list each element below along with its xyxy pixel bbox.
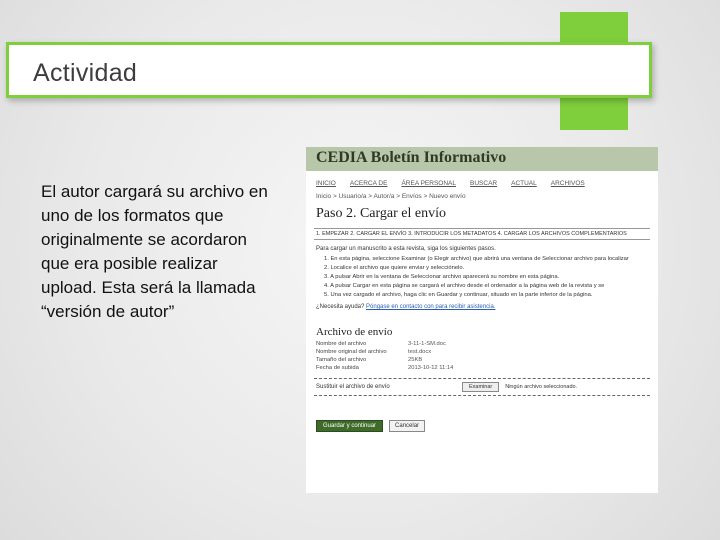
field-value[interactable]: 3-11-1-SM.doc	[408, 340, 453, 348]
title-bar: Actividad	[6, 42, 652, 98]
save-continue-button[interactable]: Guardar y continuar	[316, 420, 384, 432]
replace-file-row: Sustituir el archivo de envío Examinar N…	[314, 378, 650, 396]
field-label: Tamaño del archivo	[316, 357, 367, 363]
no-file-text: Ningún archivo seleccionado.	[505, 384, 578, 390]
table-row: Nombre del archivo 3-11-1-SM.doc	[316, 340, 453, 348]
form-actions: Guardar y continuar Cancelar	[306, 396, 658, 432]
instruction-item: 2. Localice el archivo que quiere enviar…	[324, 265, 465, 271]
field-value: 2013-10-12 11:14	[408, 365, 454, 371]
table-row: Tamaño del archivo 25KB	[316, 356, 453, 364]
nav-item-acerca[interactable]: ACERCA DE	[350, 180, 388, 191]
nav-item-inicio[interactable]: INICIO	[316, 180, 336, 191]
instruction-item: 5. Una vez cargado el archivo, haga clic…	[324, 292, 593, 298]
breadcrumb[interactable]: Inicio > Usuario/a > Autor/a > Envíos > …	[306, 191, 658, 202]
table-row: Fecha de subida 2013-10-12 11:14	[316, 364, 453, 372]
instruction-item: 4. A pulsar Cargar en esta página se car…	[324, 283, 605, 289]
field-value: 25KB	[408, 357, 423, 363]
field-label: Nombre original del archivo	[316, 349, 387, 355]
slide-body-text: El autor cargará su archivo en uno de lo…	[41, 182, 268, 321]
instructions-list: 1. En esta página, seleccione Examinar (…	[306, 255, 658, 300]
instruction-item: 1. En esta página, seleccione Examinar (…	[324, 256, 629, 262]
field-value: test.docx	[408, 349, 432, 355]
page-title: Paso 2. Cargar el envío	[316, 206, 446, 221]
nav-item-buscar[interactable]: BUSCAR	[470, 180, 497, 191]
file-info-table: Nombre del archivo 3-11-1-SM.doc Nombre …	[316, 340, 453, 372]
slide-title: Actividad	[33, 59, 138, 87]
choose-file-button[interactable]: Examinar	[462, 382, 500, 392]
replace-file-label: Sustituir el archivo de envío	[316, 384, 390, 390]
help-line: ¿Necesita ayuda? Póngase en contacto con…	[306, 300, 658, 314]
nav-item-actual[interactable]: ACTUAL	[511, 180, 537, 191]
intro-text: Para cargar un manuscrito a esta revista…	[316, 246, 496, 252]
help-prefix: ¿Necesita ayuda?	[316, 304, 367, 310]
site-nav: INICIO ACERCA DE ÁREA PERSONAL BUSCAR AC…	[306, 171, 658, 191]
instruction-item: 3. A pulsar Abrir en la ventana de Selec…	[324, 274, 560, 280]
site-title: CEDIA Boletín Informativo	[306, 147, 658, 171]
nav-item-area-personal[interactable]: ÁREA PERSONAL	[401, 180, 456, 191]
help-contact-link[interactable]: Póngase en contacto con para recibir asi…	[366, 304, 495, 310]
step-progress[interactable]: 1. EMPEZAR 2. CARGAR EL ENVÍO 3. INTRODU…	[314, 228, 650, 240]
field-label: Nombre del archivo	[316, 341, 367, 347]
field-label: Fecha de subida	[316, 365, 359, 371]
submission-screenshot: CEDIA Boletín Informativo INICIO ACERCA …	[306, 147, 658, 493]
cancel-button[interactable]: Cancelar	[389, 420, 426, 432]
file-section-title: Archivo de envío	[316, 326, 393, 338]
table-row: Nombre original del archivo test.docx	[316, 348, 453, 356]
nav-item-archivos[interactable]: ARCHIVOS	[551, 180, 585, 191]
